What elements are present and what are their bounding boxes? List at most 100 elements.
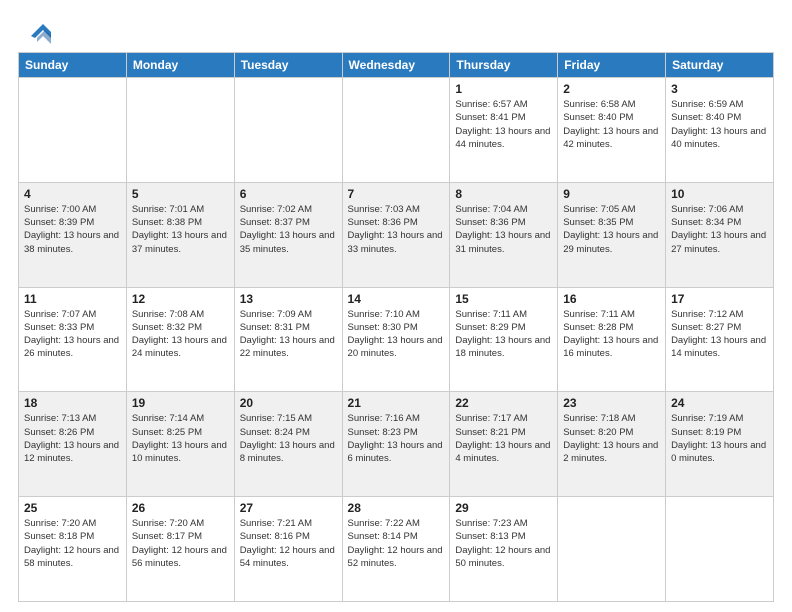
calendar-cell: 25 Sunrise: 7:20 AM Sunset: 8:18 PM Dayli…	[19, 497, 127, 602]
page: SundayMondayTuesdayWednesdayThursdayFrid…	[0, 0, 792, 612]
day-number: 11	[24, 292, 121, 306]
calendar-cell: 1 Sunrise: 6:57 AM Sunset: 8:41 PM Daylig…	[450, 78, 558, 183]
day-info: Sunrise: 7:20 AM Sunset: 8:17 PM Dayligh…	[132, 517, 229, 570]
day-info: Sunrise: 7:05 AM Sunset: 8:35 PM Dayligh…	[563, 203, 660, 256]
calendar-cell	[558, 497, 666, 602]
calendar-cell: 9 Sunrise: 7:05 AM Sunset: 8:35 PM Daylig…	[558, 182, 666, 287]
calendar-header-thursday: Thursday	[450, 53, 558, 78]
day-number: 25	[24, 501, 121, 515]
calendar-header-wednesday: Wednesday	[342, 53, 450, 78]
day-number: 12	[132, 292, 229, 306]
day-number: 18	[24, 396, 121, 410]
calendar-week-4: 18 Sunrise: 7:13 AM Sunset: 8:26 PM Dayli…	[19, 392, 774, 497]
day-info: Sunrise: 7:16 AM Sunset: 8:23 PM Dayligh…	[348, 412, 445, 465]
calendar-cell: 17Sunrise: 7:12 AM Sunset: 8:27 PM Dayli…	[666, 287, 774, 392]
calendar-cell: 6 Sunrise: 7:02 AM Sunset: 8:37 PM Daylig…	[234, 182, 342, 287]
calendar-week-1: 1 Sunrise: 6:57 AM Sunset: 8:41 PM Daylig…	[19, 78, 774, 183]
day-number: 14	[348, 292, 445, 306]
calendar-week-2: 4 Sunrise: 7:00 AM Sunset: 8:39 PM Daylig…	[19, 182, 774, 287]
day-number: 5	[132, 187, 229, 201]
day-info: Sunrise: 7:07 AM Sunset: 8:33 PM Dayligh…	[24, 308, 121, 361]
day-number: 9	[563, 187, 660, 201]
calendar-cell: 27Sunrise: 7:21 AM Sunset: 8:16 PM Dayli…	[234, 497, 342, 602]
day-info: Sunrise: 7:15 AM Sunset: 8:24 PM Dayligh…	[240, 412, 337, 465]
logo-icon	[23, 16, 51, 44]
day-number: 27	[240, 501, 337, 515]
calendar-cell	[126, 78, 234, 183]
calendar-cell: 16 Sunrise: 7:11 AM Sunset: 8:28 PM Dayli…	[558, 287, 666, 392]
day-number: 24	[671, 396, 768, 410]
header	[18, 16, 774, 44]
day-info: Sunrise: 6:57 AM Sunset: 8:41 PM Dayligh…	[455, 98, 552, 151]
calendar-cell: 18 Sunrise: 7:13 AM Sunset: 8:26 PM Dayli…	[19, 392, 127, 497]
calendar-cell: 20 Sunrise: 7:15 AM Sunset: 8:24 PM Dayli…	[234, 392, 342, 497]
calendar-cell	[234, 78, 342, 183]
day-number: 3	[671, 82, 768, 96]
calendar-cell: 24 Sunrise: 7:19 AM Sunset: 8:19 PM Dayli…	[666, 392, 774, 497]
day-number: 23	[563, 396, 660, 410]
day-number: 20	[240, 396, 337, 410]
day-info: Sunrise: 7:04 AM Sunset: 8:36 PM Dayligh…	[455, 203, 552, 256]
day-number: 26	[132, 501, 229, 515]
day-number: 22	[455, 396, 552, 410]
day-info: Sunrise: 7:03 AM Sunset: 8:36 PM Dayligh…	[348, 203, 445, 256]
day-number: 19	[132, 396, 229, 410]
day-number: 8	[455, 187, 552, 201]
calendar-header-row: SundayMondayTuesdayWednesdayThursdayFrid…	[19, 53, 774, 78]
calendar-cell: 22 Sunrise: 7:17 AM Sunset: 8:21 PM Dayli…	[450, 392, 558, 497]
day-number: 1	[455, 82, 552, 96]
day-info: Sunrise: 7:13 AM Sunset: 8:26 PM Dayligh…	[24, 412, 121, 465]
day-info: Sunrise: 7:14 AM Sunset: 8:25 PM Dayligh…	[132, 412, 229, 465]
calendar-cell: 26 Sunrise: 7:20 AM Sunset: 8:17 PM Dayli…	[126, 497, 234, 602]
calendar-cell: 11 Sunrise: 7:07 AM Sunset: 8:33 PM Dayli…	[19, 287, 127, 392]
day-number: 2	[563, 82, 660, 96]
day-info: Sunrise: 6:58 AM Sunset: 8:40 PM Dayligh…	[563, 98, 660, 151]
calendar-cell: 28Sunrise: 7:22 AM Sunset: 8:14 PM Dayli…	[342, 497, 450, 602]
calendar-cell: 23 Sunrise: 7:18 AM Sunset: 8:20 PM Dayli…	[558, 392, 666, 497]
calendar-cell: 10 Sunrise: 7:06 AM Sunset: 8:34 PM Dayli…	[666, 182, 774, 287]
day-info: Sunrise: 7:01 AM Sunset: 8:38 PM Dayligh…	[132, 203, 229, 256]
calendar-cell: 13Sunrise: 7:09 AM Sunset: 8:31 PM Dayli…	[234, 287, 342, 392]
day-info: Sunrise: 7:12 AM Sunset: 8:27 PM Dayligh…	[671, 308, 768, 361]
calendar-cell: 2 Sunrise: 6:58 AM Sunset: 8:40 PM Daylig…	[558, 78, 666, 183]
calendar-cell: 19 Sunrise: 7:14 AM Sunset: 8:25 PM Dayli…	[126, 392, 234, 497]
calendar-week-5: 25 Sunrise: 7:20 AM Sunset: 8:18 PM Dayli…	[19, 497, 774, 602]
day-number: 4	[24, 187, 121, 201]
day-number: 10	[671, 187, 768, 201]
day-info: Sunrise: 7:00 AM Sunset: 8:39 PM Dayligh…	[24, 203, 121, 256]
day-number: 7	[348, 187, 445, 201]
calendar-cell: 12 Sunrise: 7:08 AM Sunset: 8:32 PM Dayli…	[126, 287, 234, 392]
day-number: 21	[348, 396, 445, 410]
day-number: 28	[348, 501, 445, 515]
day-number: 16	[563, 292, 660, 306]
calendar-header-friday: Friday	[558, 53, 666, 78]
calendar-cell	[19, 78, 127, 183]
day-info: Sunrise: 7:19 AM Sunset: 8:19 PM Dayligh…	[671, 412, 768, 465]
calendar-header-monday: Monday	[126, 53, 234, 78]
calendar-cell: 14 Sunrise: 7:10 AM Sunset: 8:30 PM Dayli…	[342, 287, 450, 392]
day-info: Sunrise: 7:11 AM Sunset: 8:29 PM Dayligh…	[455, 308, 552, 361]
calendar-header-sunday: Sunday	[19, 53, 127, 78]
day-info: Sunrise: 6:59 AM Sunset: 8:40 PM Dayligh…	[671, 98, 768, 151]
day-info: Sunrise: 7:20 AM Sunset: 8:18 PM Dayligh…	[24, 517, 121, 570]
day-info: Sunrise: 7:09 AM Sunset: 8:31 PM Dayligh…	[240, 308, 337, 361]
day-info: Sunrise: 7:06 AM Sunset: 8:34 PM Dayligh…	[671, 203, 768, 256]
day-number: 29	[455, 501, 552, 515]
calendar-week-3: 11 Sunrise: 7:07 AM Sunset: 8:33 PM Dayli…	[19, 287, 774, 392]
day-info: Sunrise: 7:18 AM Sunset: 8:20 PM Dayligh…	[563, 412, 660, 465]
day-info: Sunrise: 7:10 AM Sunset: 8:30 PM Dayligh…	[348, 308, 445, 361]
day-info: Sunrise: 7:17 AM Sunset: 8:21 PM Dayligh…	[455, 412, 552, 465]
calendar-cell: 3 Sunrise: 6:59 AM Sunset: 8:40 PM Daylig…	[666, 78, 774, 183]
calendar-cell: 15 Sunrise: 7:11 AM Sunset: 8:29 PM Dayli…	[450, 287, 558, 392]
calendar-header-saturday: Saturday	[666, 53, 774, 78]
day-number: 6	[240, 187, 337, 201]
calendar-cell: 8 Sunrise: 7:04 AM Sunset: 8:36 PM Daylig…	[450, 182, 558, 287]
day-number: 15	[455, 292, 552, 306]
logo	[18, 16, 51, 44]
day-info: Sunrise: 7:02 AM Sunset: 8:37 PM Dayligh…	[240, 203, 337, 256]
day-info: Sunrise: 7:11 AM Sunset: 8:28 PM Dayligh…	[563, 308, 660, 361]
calendar-cell	[342, 78, 450, 183]
calendar-cell: 5 Sunrise: 7:01 AM Sunset: 8:38 PM Daylig…	[126, 182, 234, 287]
day-info: Sunrise: 7:08 AM Sunset: 8:32 PM Dayligh…	[132, 308, 229, 361]
calendar-cell: 4 Sunrise: 7:00 AM Sunset: 8:39 PM Daylig…	[19, 182, 127, 287]
